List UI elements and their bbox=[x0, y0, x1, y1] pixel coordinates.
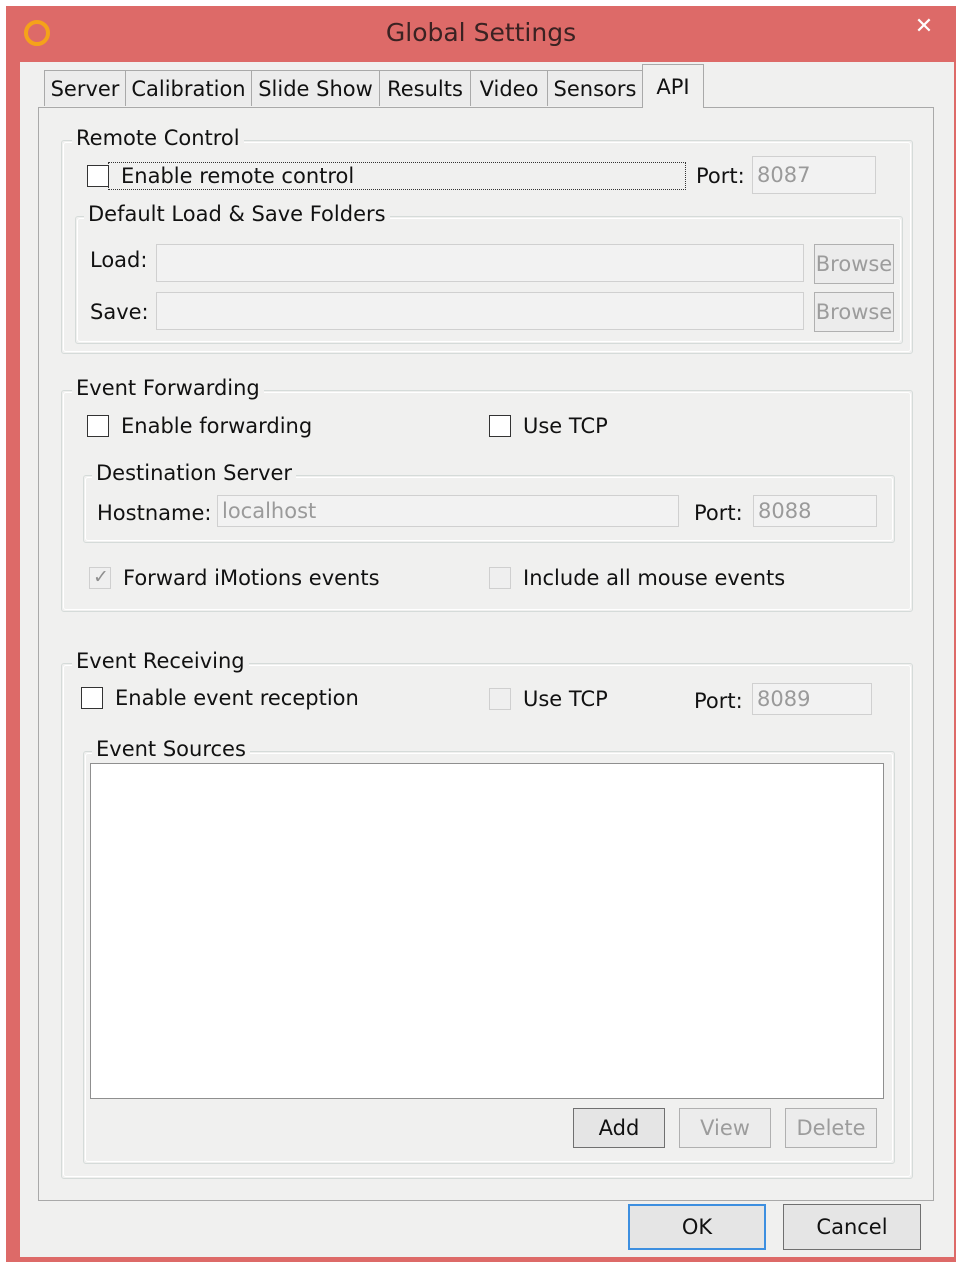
receiving-use-tcp-label[interactable]: Use TCP bbox=[523, 686, 608, 712]
remote-port-field[interactable] bbox=[752, 156, 876, 194]
tab-results[interactable]: Results bbox=[379, 70, 471, 106]
destination-server-legend: Destination Server bbox=[92, 460, 297, 486]
default-folders-legend: Default Load & Save Folders bbox=[84, 201, 390, 227]
add-source-button[interactable]: Add bbox=[573, 1108, 665, 1148]
tab-calibration[interactable]: Calibration bbox=[125, 70, 252, 106]
event-forwarding-legend: Event Forwarding bbox=[72, 375, 264, 401]
forward-imotions-label[interactable]: Forward iMotions events bbox=[123, 565, 380, 591]
event-sources-legend: Event Sources bbox=[92, 736, 250, 762]
tab-sensors[interactable]: Sensors bbox=[547, 70, 643, 106]
load-browse-button[interactable]: Browse bbox=[814, 244, 894, 284]
title-bar[interactable]: Global Settings ✕ bbox=[6, 6, 956, 62]
event-forwarding-group: Event Forwarding Enable forwarding Use T… bbox=[61, 375, 913, 612]
event-receiving-group: Event Receiving Enable event reception U… bbox=[61, 648, 913, 1179]
forwarding-use-tcp-label[interactable]: Use TCP bbox=[523, 413, 608, 439]
save-label: Save: bbox=[90, 300, 149, 324]
dialog-body: Server Calibration Slide Show Results Vi… bbox=[20, 62, 954, 1257]
close-icon[interactable]: ✕ bbox=[892, 6, 956, 46]
ok-button[interactable]: OK bbox=[628, 1204, 766, 1250]
enable-forwarding-label[interactable]: Enable forwarding bbox=[121, 413, 312, 439]
receiving-use-tcp-checkbox[interactable] bbox=[489, 688, 511, 710]
enable-event-reception-label[interactable]: Enable event reception bbox=[115, 685, 359, 711]
include-mouse-label[interactable]: Include all mouse events bbox=[523, 565, 785, 591]
include-mouse-checkbox[interactable] bbox=[489, 567, 511, 589]
window-title: Global Settings bbox=[385, 18, 577, 47]
forwarding-use-tcp-checkbox[interactable] bbox=[489, 415, 511, 437]
tab-slide-show[interactable]: Slide Show bbox=[251, 70, 380, 106]
hostname-field[interactable] bbox=[217, 495, 679, 527]
tab-video[interactable]: Video bbox=[470, 70, 548, 106]
default-folders-group: Default Load & Save Folders Load: Browse… bbox=[75, 201, 903, 344]
receiving-port-field[interactable] bbox=[752, 683, 872, 715]
delete-source-button[interactable]: Delete bbox=[785, 1108, 877, 1148]
save-browse-button[interactable]: Browse bbox=[814, 292, 894, 332]
save-folder-field[interactable] bbox=[156, 292, 804, 330]
remote-port-label: Port: bbox=[696, 164, 745, 188]
load-label: Load: bbox=[90, 248, 148, 272]
enable-remote-control-checkbox[interactable] bbox=[87, 165, 109, 187]
event-sources-list[interactable] bbox=[90, 763, 884, 1099]
destination-port-field[interactable] bbox=[753, 495, 877, 527]
remote-control-group: Remote Control Enable remote control Por… bbox=[61, 125, 913, 354]
view-source-button[interactable]: View bbox=[679, 1108, 771, 1148]
destination-port-label: Port: bbox=[694, 501, 743, 525]
enable-forwarding-checkbox[interactable] bbox=[87, 415, 109, 437]
tab-api[interactable]: API bbox=[642, 64, 704, 108]
api-tab-panel: Remote Control Enable remote control Por… bbox=[38, 107, 934, 1201]
event-sources-group: Event Sources Add View Delete bbox=[83, 736, 895, 1164]
hostname-label: Hostname: bbox=[97, 501, 212, 525]
remote-control-legend: Remote Control bbox=[72, 125, 244, 151]
settings-window: Global Settings ✕ Server Calibration Sli… bbox=[6, 6, 956, 1262]
tab-server[interactable]: Server bbox=[44, 70, 126, 106]
forward-imotions-checkbox[interactable] bbox=[89, 566, 111, 589]
enable-remote-control-label[interactable]: Enable remote control bbox=[121, 163, 354, 189]
cancel-button[interactable]: Cancel bbox=[783, 1204, 921, 1250]
enable-event-reception-checkbox[interactable] bbox=[81, 687, 103, 709]
destination-server-group: Destination Server Hostname: Port: bbox=[83, 460, 895, 543]
receiving-port-label: Port: bbox=[694, 689, 743, 713]
event-receiving-legend: Event Receiving bbox=[72, 648, 249, 674]
load-folder-field[interactable] bbox=[156, 244, 804, 282]
